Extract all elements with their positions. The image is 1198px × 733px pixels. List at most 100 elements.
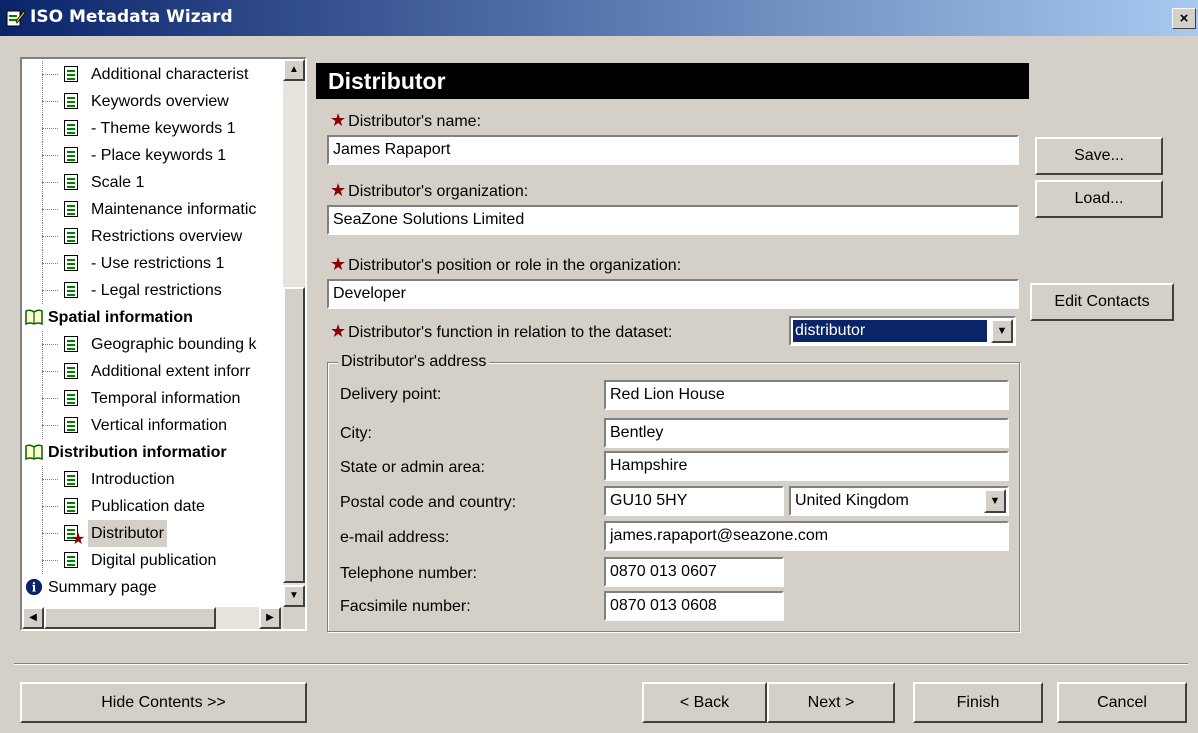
back-button[interactable]: < Back bbox=[642, 682, 767, 723]
state-input[interactable]: Hampshire bbox=[604, 451, 1009, 481]
window-title: ISO Metadata Wizard bbox=[30, 7, 233, 27]
tree-item[interactable]: Digital publication bbox=[22, 547, 280, 574]
chevron-down-icon[interactable]: ▼ bbox=[984, 489, 1006, 513]
tree-item[interactable]: - Legal restrictions bbox=[22, 277, 280, 304]
required-star-icon: ★ bbox=[330, 254, 347, 274]
tree-item[interactable]: Restrictions overview bbox=[22, 223, 280, 250]
document-icon bbox=[64, 363, 78, 379]
function-label: ★ Distributor's function in relation to t… bbox=[330, 321, 672, 342]
tree-item[interactable]: ★ Distributor bbox=[22, 520, 280, 548]
document-icon bbox=[64, 201, 78, 217]
finish-button[interactable]: Finish bbox=[913, 682, 1043, 723]
tree-item-label: - Place keywords 1 bbox=[91, 147, 227, 164]
tree-item[interactable]: Spatial information bbox=[22, 304, 280, 331]
document-icon bbox=[64, 255, 78, 271]
info-icon: i bbox=[25, 578, 43, 596]
tree-item[interactable]: Keywords overview bbox=[22, 88, 280, 115]
vertical-scroll-thumb[interactable] bbox=[283, 287, 305, 583]
distributor-name-input[interactable]: James Rapaport bbox=[327, 135, 1019, 165]
cancel-button[interactable]: Cancel bbox=[1057, 682, 1187, 723]
country-select[interactable]: United Kingdom ▼ bbox=[789, 486, 1009, 516]
tree-item[interactable]: i Summary page bbox=[22, 574, 280, 601]
tree-item[interactable]: Publication date bbox=[22, 493, 280, 520]
document-icon bbox=[64, 66, 78, 82]
document-icon bbox=[64, 120, 78, 136]
function-select[interactable]: distributor ▼ bbox=[789, 316, 1016, 346]
document-icon bbox=[64, 498, 78, 514]
load-button[interactable]: Load... bbox=[1035, 180, 1163, 218]
footer-divider bbox=[14, 663, 1188, 665]
tree-item-label: Vertical information bbox=[91, 417, 228, 434]
close-button[interactable]: × bbox=[1172, 8, 1196, 29]
tree-item[interactable]: Maintenance informatic bbox=[22, 196, 280, 223]
tree-item-label: Spatial information bbox=[48, 309, 193, 326]
distributor-organization-input[interactable]: SeaZone Solutions Limited bbox=[327, 205, 1019, 235]
tree-item[interactable]: - Theme keywords 1 bbox=[22, 115, 280, 142]
scroll-right-arrow-icon[interactable]: ▶ bbox=[259, 607, 281, 629]
tree-vertical-scrollbar[interactable]: ▲ ▼ bbox=[283, 59, 305, 607]
hide-contents-button[interactable]: Hide Contents >> bbox=[20, 682, 307, 723]
tree-item[interactable]: Distribution informatior bbox=[22, 439, 280, 466]
tree-item[interactable]: Temporal information bbox=[22, 385, 280, 412]
document-icon bbox=[64, 282, 78, 298]
tree-item[interactable]: - Place keywords 1 bbox=[22, 142, 280, 169]
tree-item-label: - Legal restrictions bbox=[91, 282, 222, 299]
scroll-left-arrow-icon[interactable]: ◀ bbox=[22, 607, 44, 629]
contents-tree[interactable]: Additional characterist Keywords overview… bbox=[20, 57, 307, 631]
city-label: City: bbox=[340, 425, 372, 442]
tree-item[interactable]: Introduction bbox=[22, 466, 280, 493]
city-input[interactable]: Bentley bbox=[604, 418, 1009, 448]
required-star-icon: ★ bbox=[330, 321, 347, 341]
org-label: ★ Distributor's organization: bbox=[330, 180, 528, 201]
open-book-icon bbox=[25, 309, 43, 326]
tree-item[interactable]: Geographic bounding k bbox=[22, 331, 280, 358]
next-button[interactable]: Next > bbox=[767, 682, 895, 723]
name-label-text: Distributor's name: bbox=[348, 113, 482, 130]
horizontal-scroll-thumb[interactable] bbox=[44, 607, 216, 629]
name-label: ★ Distributor's name: bbox=[330, 110, 481, 131]
email-input[interactable]: james.rapaport@seazone.com bbox=[604, 521, 1009, 551]
wizard-app-icon bbox=[6, 10, 26, 27]
tree-item[interactable]: Additional characterist bbox=[22, 61, 280, 88]
tree-item[interactable]: Scale 1 bbox=[22, 169, 280, 196]
postal-code-input[interactable]: GU10 5HY bbox=[604, 486, 784, 516]
document-icon bbox=[64, 228, 78, 244]
chevron-down-icon[interactable]: ▼ bbox=[991, 319, 1013, 343]
scroll-down-arrow-icon[interactable]: ▼ bbox=[283, 585, 305, 607]
document-icon bbox=[64, 471, 78, 487]
country-select-value: United Kingdom bbox=[795, 492, 909, 509]
tree-item-label: Introduction bbox=[91, 471, 175, 488]
document-icon bbox=[64, 93, 78, 109]
tree-item-label: Additional characterist bbox=[91, 66, 249, 83]
distributor-position-input[interactable]: Developer bbox=[327, 279, 1019, 309]
scroll-corner bbox=[283, 607, 305, 629]
edit-contacts-button[interactable]: Edit Contacts bbox=[1030, 283, 1174, 321]
tree-item-label: Maintenance informatic bbox=[91, 201, 257, 218]
tree-item-label: Summary page bbox=[48, 579, 157, 596]
fax-label: Facsimile number: bbox=[340, 598, 471, 615]
address-legend: Distributor's address bbox=[338, 353, 490, 371]
title-bar: ISO Metadata Wizard × bbox=[0, 0, 1198, 36]
delivery-point-input[interactable]: Red Lion House bbox=[604, 380, 1009, 410]
position-label: ★ Distributor's position or role in the o… bbox=[330, 254, 681, 275]
facsimile-input[interactable]: 0870 013 0608 bbox=[604, 591, 784, 621]
page-title: Distributor bbox=[316, 63, 1029, 99]
tree-item-label: Additional extent inforr bbox=[91, 363, 251, 380]
tree-item[interactable]: - Use restrictions 1 bbox=[22, 250, 280, 277]
save-button[interactable]: Save... bbox=[1035, 137, 1163, 175]
tree-item-label: Restrictions overview bbox=[91, 228, 243, 245]
document-icon bbox=[64, 147, 78, 163]
telephone-input[interactable]: 0870 013 0607 bbox=[604, 557, 784, 587]
tree-item[interactable]: Vertical information bbox=[22, 412, 280, 439]
org-label-text: Distributor's organization: bbox=[348, 183, 529, 200]
scroll-up-arrow-icon[interactable]: ▲ bbox=[283, 59, 305, 81]
tree-item-label: Keywords overview bbox=[91, 93, 229, 110]
tree-horizontal-scrollbar[interactable]: ◀ ▶ bbox=[22, 607, 283, 629]
postal-label: Postal code and country: bbox=[340, 494, 517, 511]
tree-item[interactable]: Additional extent inforr bbox=[22, 358, 280, 385]
tree-item-label: Distribution informatior bbox=[48, 444, 227, 461]
position-label-text: Distributor's position or role in the or… bbox=[348, 257, 682, 274]
document-icon bbox=[64, 417, 78, 433]
tree-item-label: Digital publication bbox=[91, 552, 217, 569]
required-star-icon: ★ bbox=[330, 110, 347, 130]
